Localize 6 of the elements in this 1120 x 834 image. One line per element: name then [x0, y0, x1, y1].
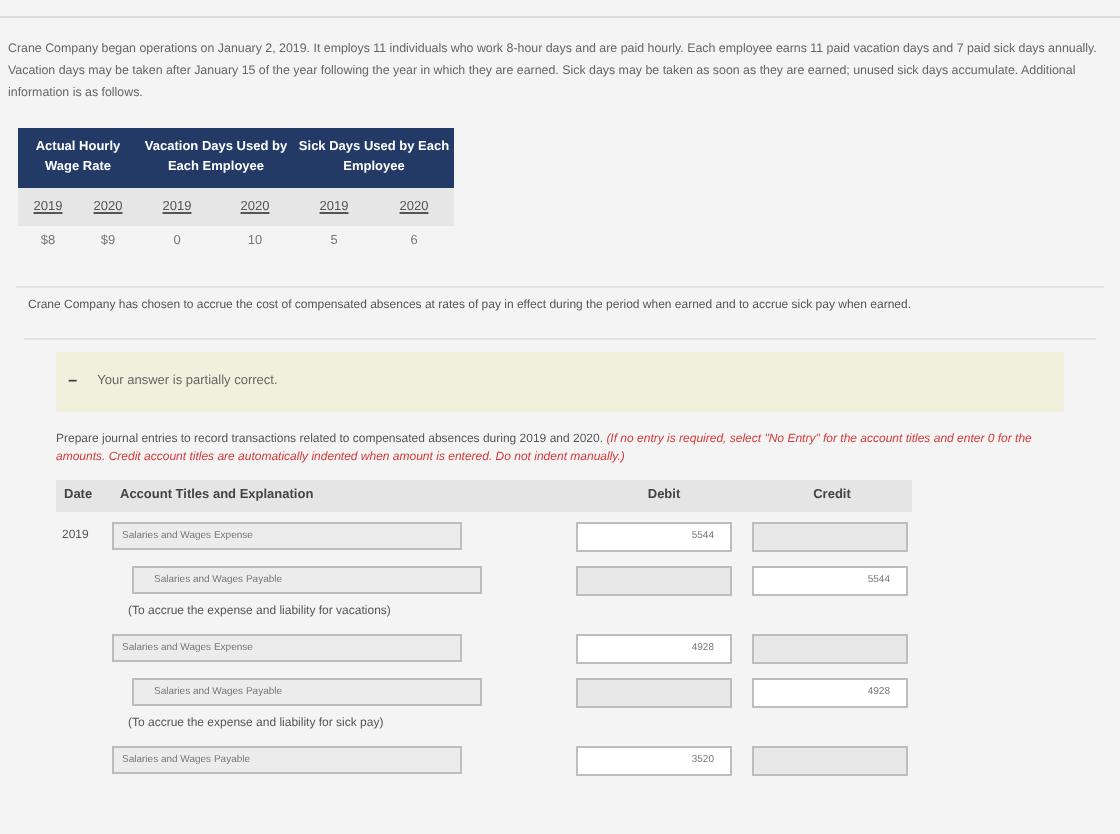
partial-icon: −: [68, 370, 78, 394]
credit-field[interactable]: [752, 745, 908, 775]
debit-field[interactable]: [576, 565, 732, 595]
debit-field[interactable]: [576, 677, 732, 707]
credit-field[interactable]: [752, 521, 908, 551]
credit-field[interactable]: [752, 633, 908, 663]
